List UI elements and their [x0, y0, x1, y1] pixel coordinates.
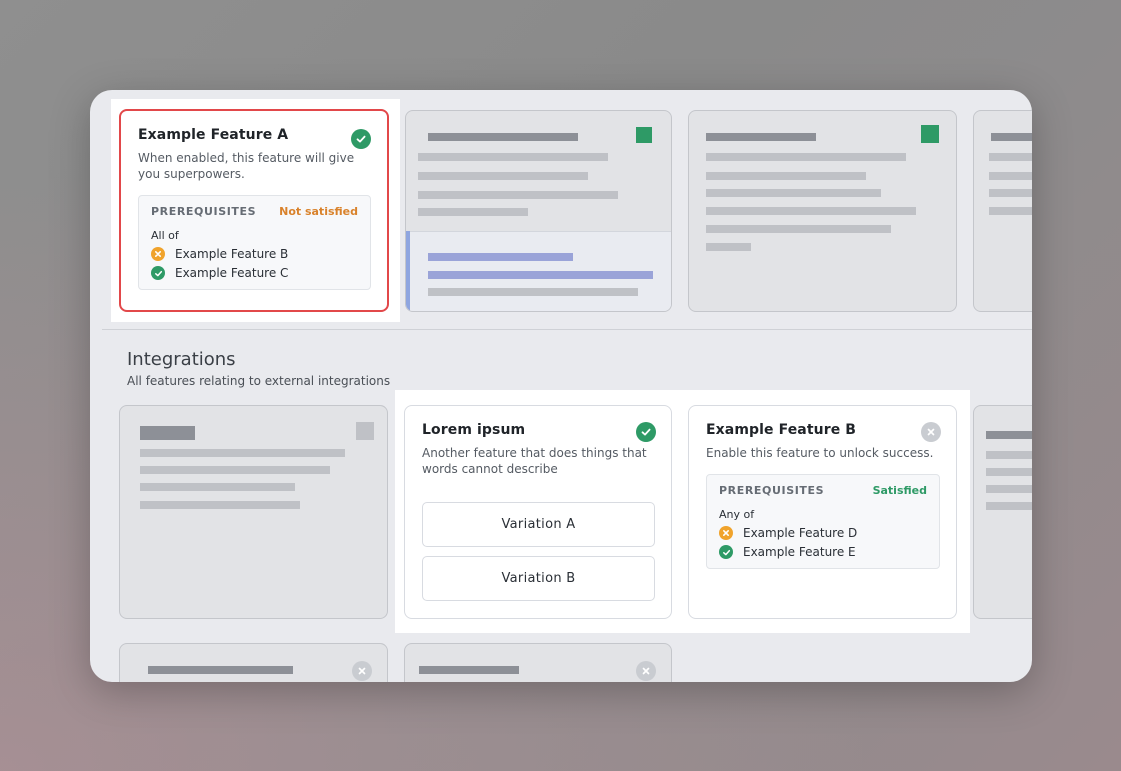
blurred-text: [989, 153, 1032, 161]
prerequisites-label: PREREQUISITES: [151, 205, 257, 218]
blurred-feature-card[interactable]: [973, 110, 1032, 312]
prerequisite-item: Example Feature D: [719, 526, 927, 540]
card-description: Enable this feature to unlock success.: [706, 446, 934, 460]
check-icon: [719, 545, 733, 559]
blurred-text: [140, 501, 300, 509]
blurred-icon: [921, 125, 939, 143]
prerequisites-status: Satisfied: [872, 484, 927, 497]
prerequisites-mode: Any of: [719, 508, 755, 521]
blurred-text: [706, 225, 891, 233]
blurred-text: [986, 451, 1032, 459]
prerequisites-label: PREREQUISITES: [719, 484, 825, 497]
blurred-text: [418, 191, 618, 199]
blurred-text: [986, 468, 1032, 476]
blurred-text: [706, 153, 906, 161]
blurred-text: [989, 172, 1032, 180]
disabled-x-icon[interactable]: [352, 661, 372, 681]
variation-a-button[interactable]: Variation A: [422, 502, 655, 547]
card-description: Another feature that does things that wo…: [422, 446, 647, 476]
prerequisites-status: Not satisfied: [279, 205, 358, 218]
section-subtitle: All features relating to external integr…: [127, 374, 391, 388]
blurred-text: [706, 207, 916, 215]
prerequisite-label: Example Feature C: [175, 266, 289, 280]
blurred-text: [419, 666, 519, 674]
feature-card-a[interactable]: Example Feature A When enabled, this fea…: [119, 109, 389, 312]
blurred-icon: [636, 127, 652, 143]
blurred-text: [989, 189, 1032, 197]
warning-x-icon: [719, 526, 733, 540]
blurred-text: [706, 172, 866, 180]
card-description: When enabled, this feature will give you…: [138, 151, 355, 181]
card-title: Lorem ipsum: [422, 422, 526, 438]
blurred-text: [986, 431, 1032, 439]
app-window: Example Feature A When enabled, this fea…: [90, 90, 1032, 682]
blurred-text: [418, 153, 608, 161]
prerequisite-label: Example Feature B: [175, 247, 289, 261]
blurred-text: [706, 243, 751, 251]
blurred-text: [986, 502, 1032, 510]
blurred-text: [428, 271, 653, 279]
enabled-check-icon[interactable]: [351, 129, 371, 149]
variation-b-button[interactable]: Variation B: [422, 556, 655, 601]
blurred-icon: [356, 422, 374, 440]
prerequisite-item: Example Feature C: [151, 266, 358, 280]
blurred-text: [428, 253, 573, 261]
disabled-x-icon[interactable]: [921, 422, 941, 442]
feature-card-b[interactable]: Example Feature B Enable this feature to…: [688, 405, 957, 619]
check-icon: [151, 266, 165, 280]
enabled-check-icon[interactable]: [636, 422, 656, 442]
disabled-x-icon[interactable]: [636, 661, 656, 681]
blurred-text: [140, 426, 195, 440]
blurred-text: [706, 189, 881, 197]
blurred-text: [428, 288, 638, 296]
prerequisite-label: Example Feature D: [743, 526, 858, 540]
blurred-feature-card[interactable]: [119, 643, 388, 682]
warning-x-icon: [151, 247, 165, 261]
prerequisites-panel: PREREQUISITES Satisfied Any of Example F…: [706, 474, 940, 569]
blurred-text: [140, 466, 330, 474]
blurred-text: [140, 483, 295, 491]
blurred-text: [706, 133, 816, 141]
blurred-text: [148, 666, 293, 674]
blurred-text: [986, 485, 1032, 493]
prerequisites-mode: All of: [151, 229, 179, 242]
blurred-text: [140, 449, 345, 457]
blurred-feature-card[interactable]: [404, 643, 672, 682]
prerequisite-label: Example Feature E: [743, 545, 856, 559]
blurred-feature-card[interactable]: [405, 110, 672, 312]
blurred-text: [991, 133, 1032, 141]
card-title: Example Feature A: [138, 127, 289, 143]
blurred-text: [428, 133, 578, 141]
feature-card-lorem[interactable]: Lorem ipsum Another feature that does th…: [404, 405, 672, 619]
prerequisite-item: Example Feature E: [719, 545, 927, 559]
blurred-feature-card[interactable]: [119, 405, 388, 619]
prerequisite-item: Example Feature B: [151, 247, 358, 261]
card-title: Example Feature B: [706, 422, 857, 438]
blurred-feature-card[interactable]: [688, 110, 957, 312]
blurred-card-accent: [406, 231, 410, 311]
section-title: Integrations: [127, 349, 236, 370]
section-divider: [102, 329, 1032, 330]
blurred-feature-card[interactable]: [973, 405, 1032, 619]
blurred-text: [989, 207, 1032, 215]
blurred-text: [418, 208, 528, 216]
prerequisites-panel: PREREQUISITES Not satisfied All of Examp…: [138, 195, 371, 290]
blurred-text: [418, 172, 588, 180]
